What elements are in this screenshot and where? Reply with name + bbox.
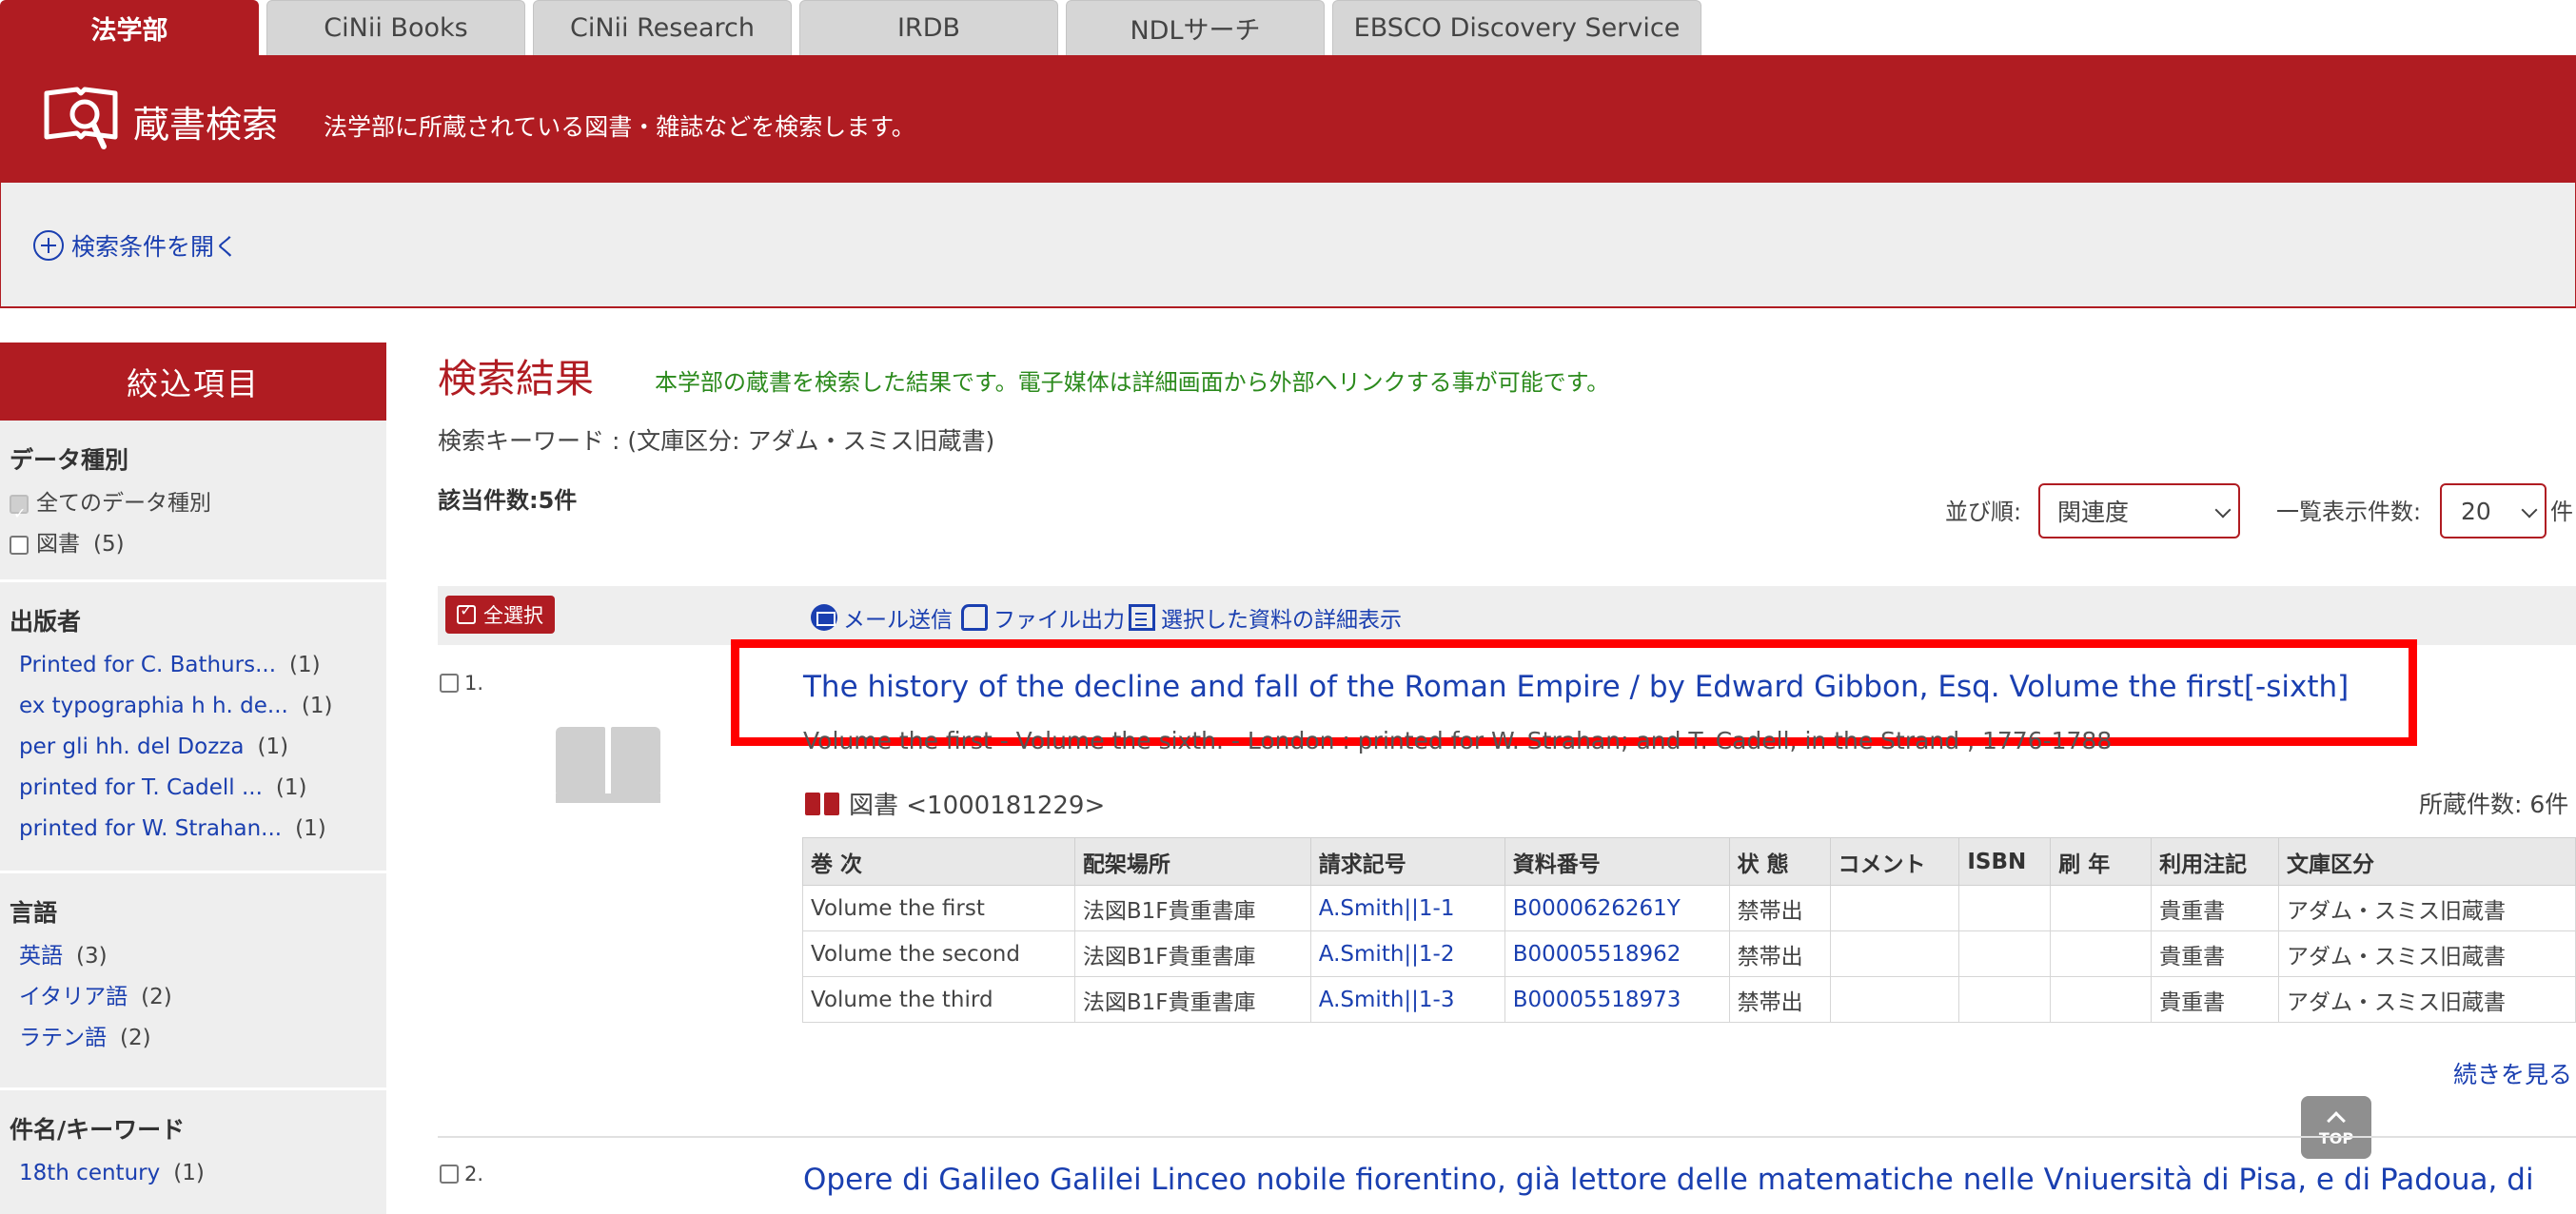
item-number-link[interactable]: B00005518962 <box>1504 930 1730 977</box>
facet-item-books[interactable]: 図書 (5) <box>10 524 377 565</box>
call-number-link[interactable]: A.Smith||1-2 <box>1309 930 1505 977</box>
result-actions-bar: 全選択 メール送信 ファイル出力 選択した資料の詳細表示 <box>438 586 2576 645</box>
search-book-icon <box>44 87 118 149</box>
see-more-link[interactable]: 続きを見る <box>2453 1056 2572 1090</box>
checkbox[interactable] <box>10 493 29 534</box>
facet-item-language[interactable]: イタリア語 (2) <box>10 977 377 1018</box>
facet-subject: 件名/キーワード 18th century (1) <box>0 1090 386 1214</box>
chevron-down-icon <box>2214 501 2232 519</box>
results-main: 検索結果 本学部の蔵書を検索した結果です。電子媒体は詳細画面から外部へリンクする… <box>438 343 2576 1214</box>
facet-data-type: データ種別 全てのデータ種別 図書 (5) <box>0 421 386 582</box>
record-number: 2. <box>464 1163 484 1185</box>
facet-title: 言語 <box>10 899 58 927</box>
table-row: Volume the third 法図B1F貴重書庫 A.Smith||1-3 B… <box>802 976 2576 1023</box>
per-page-label: 一覧表示件数: <box>2276 499 2422 525</box>
facet-title: 件名/キーワード <box>10 1116 186 1144</box>
record-select[interactable]: 1. <box>440 672 483 695</box>
tab-ndl-search[interactable]: NDLサーチ <box>1066 0 1325 55</box>
tab-irdb[interactable]: IRDB <box>799 0 1058 55</box>
plus-circle-icon <box>33 230 64 261</box>
source-tabs: 法学部 CiNii Books CiNii Research IRDB NDLサ… <box>0 0 2576 55</box>
search-conditions-panel: 検索条件を開く <box>0 183 2576 308</box>
record-subtitle: Volume the first - Volume the sixth. - L… <box>803 727 2113 754</box>
item-number-link[interactable]: B00005518973 <box>1504 976 1730 1023</box>
facet-title: 出版者 <box>10 608 82 636</box>
table-row: Volume the first 法図B1F貴重書庫 A.Smith||1-1 B… <box>802 885 2576 931</box>
check-icon <box>457 601 476 624</box>
item-number-link[interactable]: B0000626261Y <box>1504 885 1730 931</box>
facet-item-subject[interactable]: 18th century (1) <box>10 1153 377 1194</box>
results-title: 検索結果 <box>438 356 594 401</box>
mail-icon <box>811 604 837 631</box>
table-row: Volume the second 法図B1F貴重書庫 A.Smith||1-2 … <box>802 930 2576 977</box>
open-conditions-label: 検索条件を開く <box>71 233 239 261</box>
select-all-button[interactable]: 全選択 <box>445 596 555 634</box>
checkbox[interactable] <box>10 535 29 555</box>
tab-cinii-books[interactable]: CiNii Books <box>266 0 525 55</box>
facet-item-publisher[interactable]: per gli hh. del Dozza (1) <box>10 727 377 768</box>
sort-label: 並び順: <box>1945 499 2022 525</box>
open-book-icon <box>556 727 660 803</box>
page-description: 法学部に所蔵されている図書・雑誌などを検索します。 <box>324 113 915 141</box>
table-header-row: 巻 次配架場所 請求記号 資料番号 状 態コメント ISBN 刷 年 利用注記 文庫区… <box>802 837 2576 886</box>
facet-item-publisher[interactable]: printed for T. Cadell ... (1) <box>10 768 377 809</box>
facet-language: 言語 英語 (3) イタリア語 (2) ラテン語 (2) <box>0 873 386 1090</box>
record-title-link[interactable]: Opere di Galileo Galilei Linceo nobile f… <box>803 1163 2534 1197</box>
results-description: 本学部の蔵書を検索した結果です。電子媒体は詳細画面から外部へリンクする事が可能で… <box>655 369 1610 396</box>
checkbox[interactable] <box>440 674 459 693</box>
facet-item-publisher[interactable]: ex typographia h h. de... (1) <box>10 686 377 727</box>
facet-item-language[interactable]: ラテン語 (2) <box>10 1018 377 1059</box>
checkbox[interactable] <box>440 1165 459 1184</box>
tab-cinii-research[interactable]: CiNii Research <box>533 0 792 55</box>
facet-item-language[interactable]: 英語 (3) <box>10 936 377 977</box>
search-header: 蔵書検索 法学部に所蔵されている図書・雑誌などを検索します。 <box>0 55 2576 183</box>
result-count: 該当件数:5件 <box>438 487 578 514</box>
file-output-link[interactable]: ファイル出力 <box>961 601 1125 634</box>
tab-law-faculty[interactable]: 法学部 <box>0 0 259 55</box>
holdings-count: 所蔵件数: 6件 <box>2419 791 2569 818</box>
chevron-down-icon <box>2521 501 2538 519</box>
chevron-up-icon <box>2327 1110 2346 1130</box>
call-number-link[interactable]: A.Smith||1-3 <box>1309 976 1505 1023</box>
sidebar-heading: 絞込項目 <box>0 343 386 421</box>
sort-select[interactable]: 関連度 <box>2038 483 2240 538</box>
facet-title: データ種別 <box>10 446 129 474</box>
per-page-select[interactable]: 20 <box>2440 483 2547 538</box>
facet-item-all-types[interactable]: 全てのデータ種別 <box>10 483 377 534</box>
facet-item-publisher[interactable]: Printed for C. Bathurs... (1) <box>10 645 377 686</box>
detail-view-link[interactable]: 選択した資料の詳細表示 <box>1129 601 1402 634</box>
record-divider <box>438 1136 2576 1138</box>
holdings-table: 巻 次配架場所 請求記号 資料番号 状 態コメント ISBN 刷 年 利用注記 文庫区… <box>802 837 2576 1023</box>
book-icon <box>805 792 839 815</box>
page-title: 蔵書検索 <box>133 104 279 146</box>
per-page-unit: 件 <box>2550 499 2573 525</box>
filter-sidebar: 絞込項目 データ種別 全てのデータ種別 図書 (5) 出版者 Printed f… <box>0 343 386 1214</box>
search-keyword: 検索キーワード : (文庫区分: アダム・スミス旧蔵書) <box>438 427 995 455</box>
mail-send-link[interactable]: メール送信 <box>811 601 953 634</box>
file-icon <box>961 604 988 631</box>
facet-publisher: 出版者 Printed for C. Bathurs... (1) ex typo… <box>0 582 386 873</box>
record-number: 1. <box>464 672 484 695</box>
facet-item-publisher[interactable]: printed for W. Strahan... (1) <box>10 809 377 850</box>
record-select[interactable]: 2. <box>440 1163 483 1185</box>
detail-list-icon <box>1129 604 1155 631</box>
open-conditions-link[interactable]: 検索条件を開く <box>33 228 238 263</box>
back-to-top-button[interactable]: TOP <box>2301 1096 2371 1159</box>
record-type: 図書 <1000181229> <box>805 786 1105 821</box>
call-number-link[interactable]: A.Smith||1-1 <box>1309 885 1505 931</box>
tab-ebsco[interactable]: EBSCO Discovery Service <box>1332 0 1701 55</box>
